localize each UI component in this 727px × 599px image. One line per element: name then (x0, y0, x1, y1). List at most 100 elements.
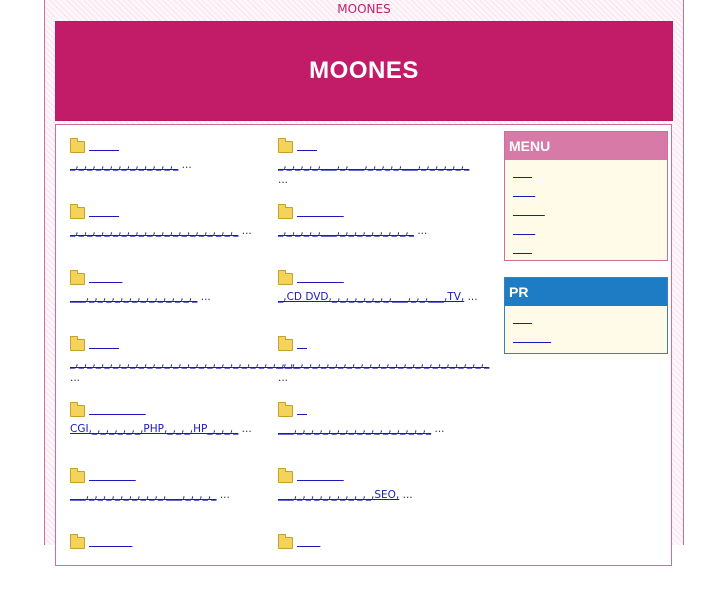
entry-more: ... (216, 489, 230, 501)
list-item: _,_,_,_,_,___,_,_,_,_,_,_,_,_,_ ... (278, 203, 478, 269)
entry-head (70, 467, 278, 485)
entry-more: ... (197, 291, 211, 303)
entry-head (278, 533, 478, 551)
folder-icon (70, 336, 85, 351)
entry-title-link[interactable] (297, 535, 320, 550)
entry-description: ___,_,_,_,_,_,_,_,_,_,___,_,_,_,_ ... (70, 488, 278, 503)
entry-title-link[interactable] (297, 469, 344, 484)
menu-item (513, 206, 667, 225)
entry-description: ___,_,_,_,_,_,_,_,_,_,_,_,_,_ ... (70, 290, 278, 305)
menu-link[interactable] (513, 168, 532, 179)
folder-icon (70, 402, 85, 417)
entry-title-link[interactable] (297, 139, 317, 154)
entry-description: _,_,_,_,_,_,_,_,_,_,_,_,_,_,_,_,_,_,_,_ … (70, 224, 278, 239)
entry-head (278, 401, 478, 419)
entry-more: ... (413, 225, 428, 237)
entry-keyword-links[interactable]: _,CD DVD,_,_,_,_,_,_,_,___,_,_,___,TV, (278, 291, 464, 303)
entry-description: _,CD DVD,_,_,_,_,_,_,_,___,_,_,___,TV, .… (278, 290, 478, 305)
header-banner: MOONES (55, 21, 673, 121)
banner-title: MOONES (309, 57, 419, 84)
list-item (70, 533, 278, 599)
entry-head (278, 203, 478, 221)
entry-keyword-links[interactable]: ___,_,_,_,_,_,_,_,_,_,_,_,_,_ (70, 291, 197, 303)
entry-keyword-links[interactable]: _,_,_,_,_,___,_,___,_,_,_,_,___,_,_,_,_,… (278, 159, 469, 171)
entry-keyword-links[interactable]: _,_,_,_,_,_,_,_,_,_,_,_,_,_,_,_,_,_,_,_,… (278, 357, 489, 369)
menu-list (505, 160, 667, 263)
entry-head (278, 137, 478, 155)
list-item: ___,_,_,_,_,_,_,_,_,_,_,_,_,_ ... (70, 269, 278, 335)
entry-more: ... (238, 225, 252, 237)
entry-more: ... (278, 174, 289, 186)
entry-head (70, 137, 278, 155)
list-item: ___,_,_,_,_,_,_,_,_,_,_,_,_,_,_,_,_ ... (278, 401, 478, 467)
entry-keyword-links[interactable]: _,_,_,_,_,_,_,_,_,_,_,_,_,_,_,_,_,_,_,_ (70, 225, 238, 237)
entry-keyword-links[interactable]: ___,_,_,_,_,_,_,_,_,_,SEO, (278, 489, 399, 501)
menu-link[interactable] (513, 244, 532, 255)
folder-icon (70, 138, 85, 153)
entry-more: ... (399, 489, 413, 501)
menu-item (513, 187, 667, 206)
entry-title-link[interactable] (297, 205, 344, 220)
entry-keyword-links[interactable]: _,_,_,_,_,_,_,_,_,_,_,_,_,_,_,_,_,_,_,_,… (70, 357, 299, 369)
list-item: ___,_,_,_,_,_,_,_,_,_,___,_,_,_,_ ... (70, 467, 278, 533)
list-item: _,CD DVD,_,_,_,_,_,_,_,___,_,_,___,TV, .… (278, 269, 478, 335)
site-top-text: MOONES (337, 2, 391, 16)
list-item (278, 533, 478, 599)
folder-icon (70, 468, 85, 483)
folder-icon (70, 534, 85, 549)
menu-link[interactable] (513, 225, 535, 236)
pr-heading: PR (505, 278, 667, 306)
entry-title-link[interactable] (297, 271, 344, 286)
entry-title-link[interactable] (89, 403, 146, 418)
pr-box: PR (504, 277, 668, 354)
entry-more: ... (431, 423, 445, 435)
entry-description: ___,_,_,_,_,_,_,_,_,_,_,_,_,_,_,_,_ ... (278, 422, 478, 437)
entry-title-link[interactable] (89, 205, 119, 220)
menu-link[interactable] (513, 187, 535, 198)
list-item: _,_,_,_,_,_,_,_,_,_,_,_,_ ... (70, 137, 278, 203)
folder-icon (278, 336, 293, 351)
content-area: _,_,_,_,_,_,_,_,_,_,_,_,_ ... _,_,_,_,_,… (55, 124, 672, 566)
entry-title-link[interactable] (297, 403, 307, 418)
menu-item (513, 168, 667, 187)
folder-icon (278, 534, 293, 549)
entry-description: _,_,_,_,_,_,_,_,_,_,_,_,_,_,_,_,_,_,_,_,… (70, 356, 299, 386)
folder-icon (278, 138, 293, 153)
entry-more: ... (70, 372, 81, 384)
entry-title-link[interactable] (89, 535, 132, 550)
entry-head (70, 335, 278, 353)
pr-list (505, 306, 667, 352)
entry-more: ... (178, 159, 192, 171)
entry-title-link[interactable] (297, 337, 307, 352)
category-grid: _,_,_,_,_,_,_,_,_,_,_,_,_ ... _,_,_,_,_,… (70, 137, 489, 599)
entry-keyword-links[interactable]: _,_,_,_,_,___,_,_,_,_,_,_,_,_,_ (278, 225, 414, 237)
entry-head (278, 335, 478, 353)
entry-keyword-links[interactable]: CGI,_,_,_,_,_,_,PHP,_,_,_,HP_,_,_,_ (70, 423, 238, 435)
entry-description: _,_,_,_,_,___,_,___,_,_,_,_,___,_,_,_,_,… (278, 158, 478, 188)
list-item: ___,_,_,_,_,_,_,_,_,_,SEO, ... (278, 467, 478, 533)
entry-keyword-links[interactable]: ___,_,_,_,_,_,_,_,_,_,___,_,_,_,_ (70, 489, 216, 501)
entry-more: ... (278, 372, 289, 384)
entry-keyword-links[interactable]: _,_,_,_,_,_,_,_,_,_,_,_,_ (70, 159, 178, 171)
pr-item (513, 333, 667, 352)
folder-icon (70, 270, 85, 285)
list-item: _,_,_,_,_,_,_,_,_,_,_,_,_,_,_,_,_,_,_,_,… (278, 335, 489, 401)
entry-title-link[interactable] (89, 337, 119, 352)
menu-link[interactable] (513, 206, 545, 217)
pr-link[interactable] (513, 314, 532, 325)
entry-description: _,_,_,_,_,_,_,_,_,_,_,_,_ ... (70, 158, 278, 173)
entry-more: ... (238, 423, 252, 435)
list-item: CGI,_,_,_,_,_,_,PHP,_,_,_,HP_,_,_,_ ... (70, 401, 278, 467)
menu-heading: MENU (505, 132, 667, 160)
entry-head (278, 269, 478, 287)
entry-head (70, 203, 278, 221)
entry-more: ... (464, 291, 478, 303)
entry-title-link[interactable] (89, 469, 136, 484)
list-item: _,_,_,_,_,_,_,_,_,_,_,_,_,_,_,_,_,_,_,_ … (70, 203, 278, 269)
entry-title-link[interactable] (89, 139, 119, 154)
pr-link[interactable] (513, 333, 551, 344)
entry-keyword-links[interactable]: ___,_,_,_,_,_,_,_,_,_,_,_,_,_,_,_,_ (278, 423, 431, 435)
folder-icon (278, 270, 293, 285)
page: MOONES MOONES _,_,_,_,_,_,_,_,_,_,_,_,_ … (44, 0, 684, 566)
entry-title-link[interactable] (89, 271, 122, 286)
